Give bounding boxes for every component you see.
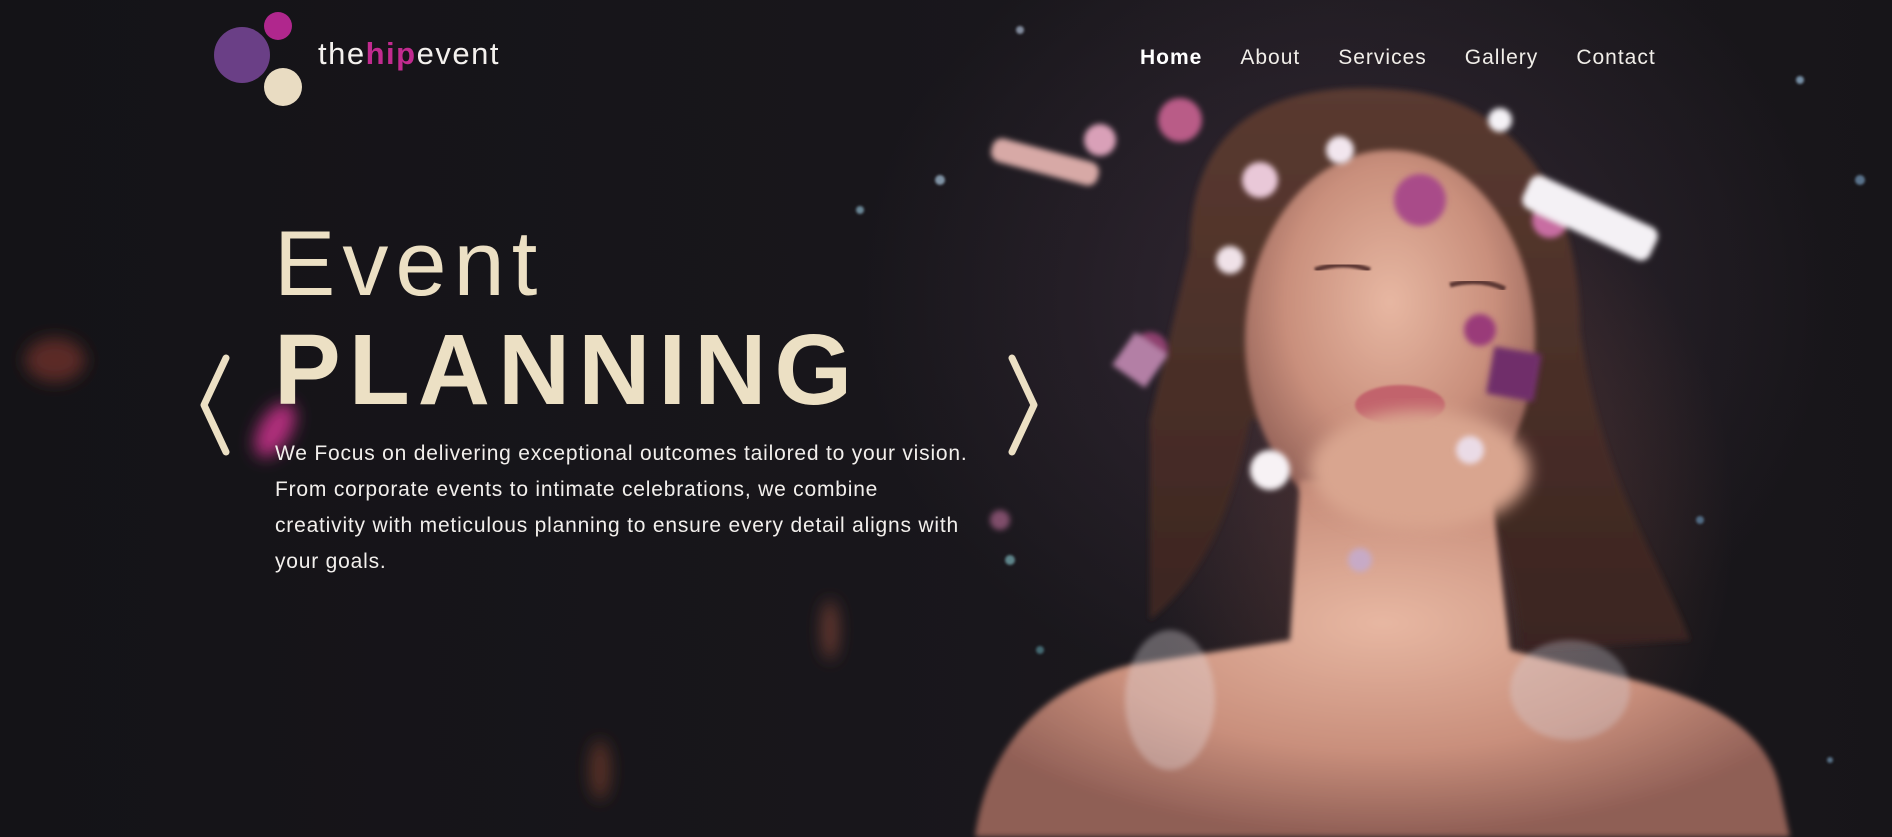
hero-section: thehipevent Home About Services Gallery …	[0, 0, 1892, 837]
hero-title-bold: PLANNING	[274, 314, 861, 426]
logo-circle-magenta	[264, 12, 292, 40]
brand-highlight: hip	[365, 36, 417, 71]
hero-title-light: Event	[274, 213, 545, 315]
nav-item-about[interactable]: About	[1240, 46, 1300, 70]
nav-item-services[interactable]: Services	[1338, 46, 1427, 70]
nav-item-home[interactable]: Home	[1140, 46, 1202, 70]
chevron-right-icon	[1008, 354, 1038, 456]
brand-logo[interactable]: thehipevent	[214, 10, 534, 110]
logo-circle-cream	[264, 68, 302, 106]
brand-prefix: the	[318, 36, 366, 71]
slider-prev-button[interactable]	[196, 350, 236, 460]
slider-next-button[interactable]	[1002, 350, 1042, 460]
nav-item-gallery[interactable]: Gallery	[1465, 46, 1539, 70]
brand-suffix: event	[416, 36, 500, 71]
logo-circle-purple	[214, 27, 270, 83]
chevron-left-icon	[200, 354, 230, 456]
hero-description: We Focus on delivering exceptional outco…	[275, 442, 968, 573]
main-nav: Home About Services Gallery Contact	[1140, 46, 1656, 70]
nav-item-contact[interactable]: Contact	[1576, 46, 1655, 70]
brand-wordmark: thehipevent	[318, 36, 500, 72]
